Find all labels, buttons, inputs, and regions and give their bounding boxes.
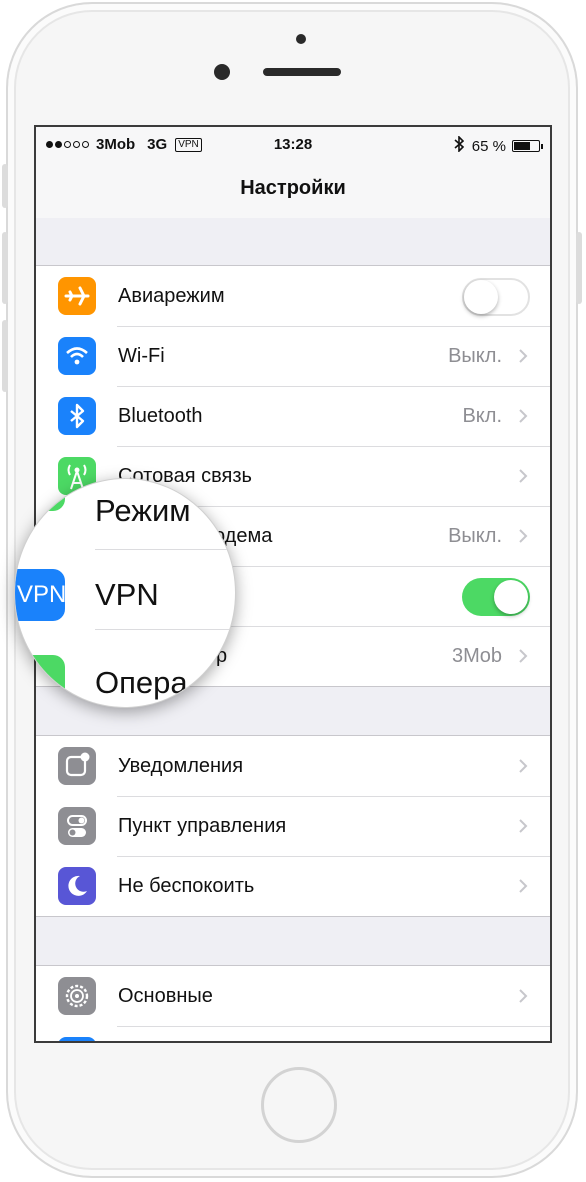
silent-switch (2, 164, 8, 208)
chevron-right-icon (519, 349, 528, 363)
settings-row-bluetooth[interactable]: Bluetooth Вкл. (36, 386, 550, 446)
settings-row-next[interactable] (36, 1026, 550, 1041)
settings-row-notifications[interactable]: Уведомления (36, 736, 550, 796)
gear-icon (58, 977, 96, 1015)
airplane-toggle[interactable] (462, 278, 530, 316)
settings-row-wifi[interactable]: Wi-Fi Выкл. (36, 326, 550, 386)
wifi-icon (58, 337, 96, 375)
row-label: Основные (118, 985, 213, 1007)
hotspot-icon (15, 479, 65, 511)
front-camera (214, 64, 230, 80)
vpn-toggle[interactable] (462, 578, 530, 616)
airplane-icon (58, 277, 96, 315)
chevron-right-icon (519, 409, 528, 423)
volume-up-button (2, 232, 8, 304)
row-label: Пункт управления (118, 815, 287, 837)
settings-row-general[interactable]: Основные (36, 966, 550, 1026)
proximity-sensor (296, 34, 306, 44)
page-title: Настройки (240, 177, 346, 199)
status-right: 65 % (454, 135, 543, 156)
chevron-right-icon (519, 529, 528, 543)
control-center-icon (58, 807, 96, 845)
magnified-label-carrier: Опера (95, 665, 188, 700)
row-value: Вкл. (462, 405, 502, 427)
chevron-right-icon (519, 759, 528, 773)
settings-row-control-center[interactable]: Пункт управления (36, 796, 550, 856)
row-label: Bluetooth (118, 405, 203, 427)
magnifier-loupe: Режим VPN VPN Опера (14, 478, 236, 708)
row-label: Wi-Fi (118, 345, 165, 367)
vpn-icon-text: VPN (17, 581, 67, 608)
nav-bar: Настройки (36, 163, 550, 219)
battery-percent: 65 % (471, 137, 506, 155)
chevron-right-icon (519, 469, 528, 483)
chevron-right-icon (519, 649, 528, 663)
row-label: Авиарежим (118, 285, 225, 307)
settings-group-notifications: Уведомления Пункт управления Не беспокои… (36, 735, 550, 917)
magnified-label-hotspot: Режим (95, 493, 191, 528)
carrier-icon (15, 655, 65, 707)
row-value: 3Mob (451, 645, 502, 667)
app-icon (58, 1037, 96, 1041)
home-button[interactable] (261, 1067, 337, 1143)
earpiece-speaker (263, 68, 341, 76)
row-label: Уведомления (118, 755, 244, 777)
notifications-icon (58, 747, 96, 785)
status-bar: 3Mob 3G VPN 13:28 65 % (36, 127, 550, 163)
vpn-icon: VPN (15, 569, 67, 621)
settings-group-general: Основные (36, 965, 550, 1041)
row-label: Не беспокоить (118, 875, 255, 897)
row-value: Выкл. (448, 345, 502, 367)
settings-row-airplane[interactable]: Авиарежим (36, 266, 550, 326)
chevron-right-icon (519, 819, 528, 833)
chevron-right-icon (519, 989, 528, 1003)
magnified-label-vpn: VPN (95, 577, 159, 612)
volume-down-button (2, 320, 8, 392)
bluetooth-status-icon (454, 135, 464, 156)
moon-icon (58, 867, 96, 905)
bluetooth-icon (58, 397, 96, 435)
power-button (576, 232, 582, 304)
chevron-right-icon (519, 879, 528, 893)
battery-icon (512, 140, 543, 152)
row-value: Выкл. (448, 525, 502, 547)
settings-row-do-not-disturb[interactable]: Не беспокоить (36, 856, 550, 916)
